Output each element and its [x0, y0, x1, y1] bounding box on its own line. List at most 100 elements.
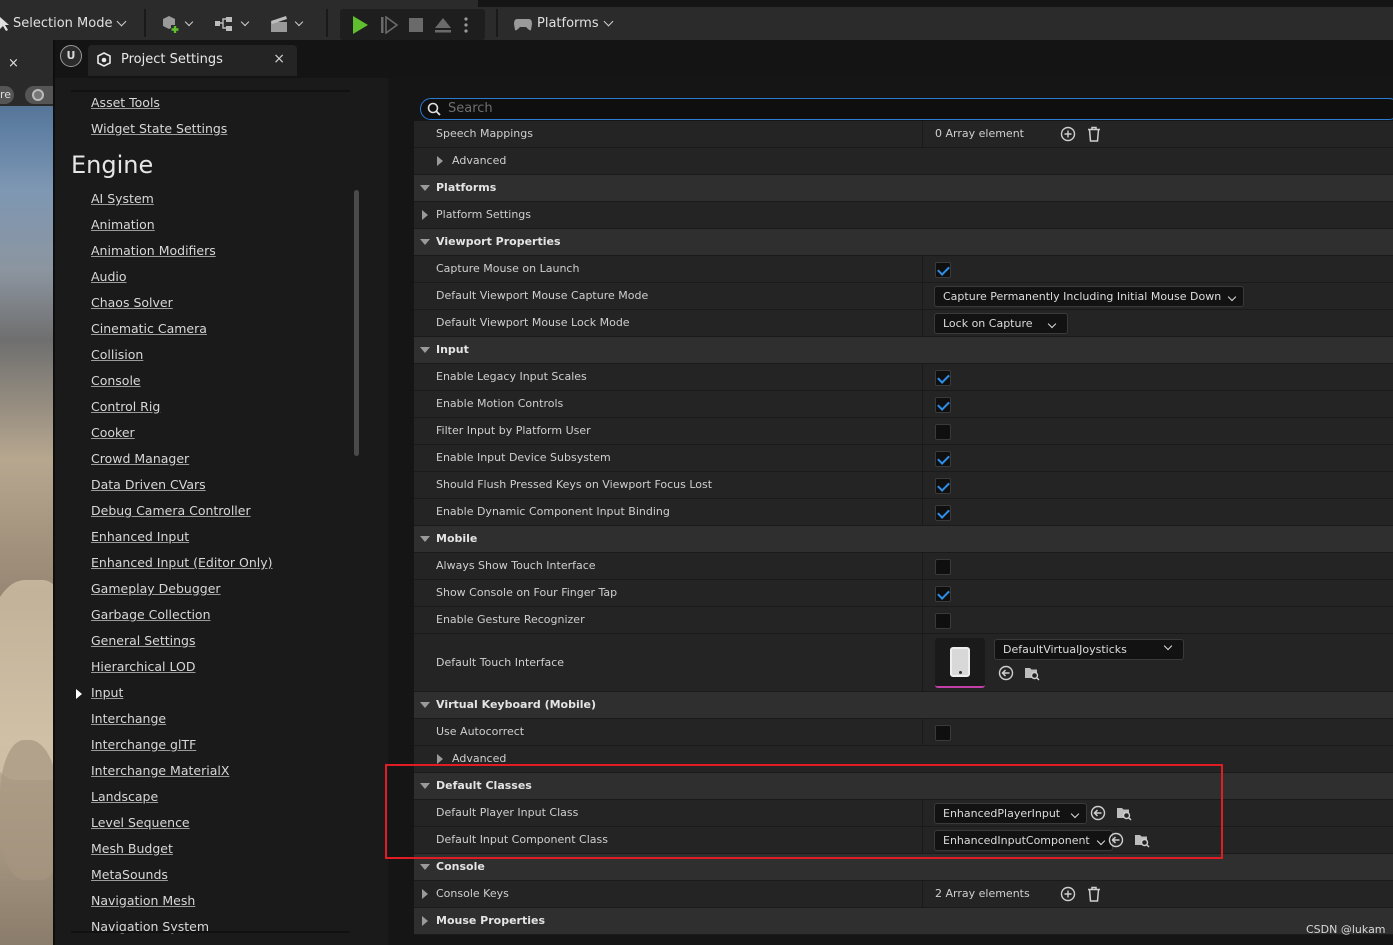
- toolbar-top-strip: [0, 0, 1393, 7]
- section-title: Console: [436, 860, 485, 873]
- nav-item-cooker[interactable]: Cooker: [91, 425, 135, 440]
- nav-item-input[interactable]: Input: [91, 685, 123, 700]
- nav-item-interchange[interactable]: Interchange: [91, 711, 166, 726]
- trash-icon[interactable]: [1086, 126, 1102, 142]
- tab-project-settings[interactable]: Project Settings ×: [88, 45, 297, 76]
- checkbox[interactable]: [935, 725, 951, 741]
- level-viewport[interactable]: × re: [0, 40, 53, 945]
- nav-item-garbage-collection[interactable]: Garbage Collection: [91, 607, 211, 622]
- nav-item-animation[interactable]: Animation: [91, 217, 155, 232]
- unreal-logo-icon[interactable]: U: [60, 45, 82, 67]
- checkbox[interactable]: [935, 559, 951, 575]
- nav-item-collision[interactable]: Collision: [91, 347, 143, 362]
- blueprint-button[interactable]: [214, 7, 254, 40]
- collapse-arrow-icon: [420, 536, 430, 542]
- checkbox[interactable]: [935, 424, 951, 440]
- checkbox[interactable]: [935, 370, 951, 386]
- row-always-show-touch-interface: Always Show Touch Interface: [414, 553, 1393, 580]
- dropdown-value: Lock on Capture: [943, 317, 1033, 330]
- checkbox[interactable]: [935, 505, 951, 521]
- dropdown-value: DefaultVirtualJoysticks: [1003, 643, 1127, 656]
- expand-arrow-icon[interactable]: [422, 889, 428, 899]
- nav-item-crowd-manager[interactable]: Crowd Manager: [91, 451, 189, 466]
- search-input[interactable]: Search: [420, 98, 1393, 120]
- blueprint-icon: [215, 16, 232, 31]
- property-label: Should Flush Pressed Keys on Viewport Fo…: [436, 478, 713, 491]
- nav-item-general-settings[interactable]: General Settings: [91, 633, 196, 648]
- asset-thumbnail[interactable]: [935, 638, 985, 688]
- nav-item-cinematic-camera[interactable]: Cinematic Camera: [91, 321, 207, 336]
- capture-mode-dropdown[interactable]: Capture Permanently Including Initial Mo…: [934, 286, 1245, 307]
- nav-item-ai-system[interactable]: AI System: [91, 191, 154, 206]
- selected-arrow-icon: [76, 689, 82, 699]
- dropdown-value: Capture Permanently Including Initial Mo…: [943, 290, 1222, 303]
- expand-arrow-icon: [422, 916, 428, 926]
- property-label: Default Viewport Mouse Lock Mode: [436, 316, 630, 329]
- nav-item-data-driven-cvars[interactable]: Data Driven CVars: [91, 477, 206, 492]
- nav-scrollbar[interactable]: [354, 190, 359, 456]
- nav-item-asset-tools[interactable]: Asset Tools: [91, 95, 160, 110]
- section-title: Mouse Properties: [436, 914, 546, 927]
- property-label: Use Autocorrect: [436, 725, 525, 738]
- expand-arrow-icon: [437, 754, 443, 764]
- use-selected-asset-icon[interactable]: [998, 665, 1014, 681]
- nav-item-interchange-materialx[interactable]: Interchange MaterialX: [91, 763, 229, 778]
- nav-item-chaos-solver[interactable]: Chaos Solver: [91, 295, 173, 310]
- trash-icon[interactable]: [1086, 886, 1102, 902]
- checkbox[interactable]: [935, 586, 951, 602]
- nav-item-landscape[interactable]: Landscape: [91, 789, 158, 804]
- checkbox[interactable]: [935, 478, 951, 494]
- nav-item-animation-modifiers[interactable]: Animation Modifiers: [91, 243, 216, 258]
- platforms-dropdown[interactable]: Platforms: [513, 7, 614, 40]
- nav-item-control-rig[interactable]: Control Rig: [91, 399, 160, 414]
- nav-item-interchange-gltf[interactable]: Interchange glTF: [91, 737, 196, 752]
- add-element-icon[interactable]: [1060, 886, 1076, 902]
- selection-mode-dropdown[interactable]: Selection Mode: [0, 7, 140, 40]
- nav-item-widget-state-settings[interactable]: Widget State Settings: [91, 121, 227, 136]
- section-platforms[interactable]: Platforms: [414, 175, 1393, 202]
- nav-item-debug-camera-controller[interactable]: Debug Camera Controller: [91, 503, 251, 518]
- checkbox[interactable]: [935, 397, 951, 413]
- checkbox[interactable]: [935, 262, 951, 278]
- nav-item-hierarchical-lod[interactable]: Hierarchical LOD: [91, 659, 195, 674]
- row-speech-mappings: Speech Mappings 0 Array element: [414, 121, 1393, 148]
- section-mouse-properties[interactable]: Mouse Properties: [414, 908, 1393, 935]
- viewport-close-button[interactable]: ×: [8, 56, 19, 71]
- watermark: CSDN @lukam: [1306, 923, 1386, 936]
- nav-item-enhanced-input-editor-only-[interactable]: Enhanced Input (Editor Only): [91, 555, 273, 570]
- row-platform-settings[interactable]: Platform Settings: [414, 202, 1393, 229]
- lock-mode-dropdown[interactable]: Lock on Capture: [934, 313, 1068, 334]
- stop-icon[interactable]: [408, 17, 424, 33]
- property-label: Console Keys: [436, 887, 509, 900]
- cinematics-button[interactable]: [270, 7, 310, 40]
- chevron-down-icon: [184, 17, 194, 26]
- advance-frame-icon[interactable]: [380, 15, 398, 34]
- nav-item-level-sequence[interactable]: Level Sequence: [91, 815, 190, 830]
- section-virtual-keyboard[interactable]: Virtual Keyboard (Mobile): [414, 692, 1393, 719]
- nav-item-enhanced-input[interactable]: Enhanced Input: [91, 529, 189, 544]
- viewport-realtime-toggle[interactable]: [25, 86, 53, 104]
- play-icon[interactable]: [350, 15, 370, 35]
- more-options-icon[interactable]: [464, 16, 468, 34]
- nav-item-gameplay-debugger[interactable]: Gameplay Debugger: [91, 581, 221, 596]
- touch-interface-dropdown[interactable]: DefaultVirtualJoysticks: [994, 639, 1184, 660]
- add-element-icon[interactable]: [1060, 126, 1076, 142]
- eject-icon[interactable]: [434, 17, 452, 33]
- nav-item-console[interactable]: Console: [91, 373, 141, 388]
- chevron-down-icon: [603, 16, 614, 27]
- property-label: Platform Settings: [436, 208, 532, 221]
- add-content-button[interactable]: [160, 7, 200, 40]
- close-tab-button[interactable]: ×: [273, 51, 285, 67]
- section-input[interactable]: Input: [414, 337, 1393, 364]
- nav-item-mesh-budget[interactable]: Mesh Budget: [91, 841, 173, 856]
- divider: [71, 90, 350, 92]
- checkbox[interactable]: [935, 613, 951, 629]
- section-mobile[interactable]: Mobile: [414, 526, 1393, 553]
- nav-item-metasounds[interactable]: MetaSounds: [91, 867, 168, 882]
- section-viewport-properties[interactable]: Viewport Properties: [414, 229, 1393, 256]
- row-advanced[interactable]: Advanced: [414, 148, 1393, 175]
- nav-item-navigation-mesh[interactable]: Navigation Mesh: [91, 893, 195, 908]
- browse-asset-icon[interactable]: [1024, 665, 1040, 681]
- nav-item-audio[interactable]: Audio: [91, 269, 127, 284]
- checkbox[interactable]: [935, 451, 951, 467]
